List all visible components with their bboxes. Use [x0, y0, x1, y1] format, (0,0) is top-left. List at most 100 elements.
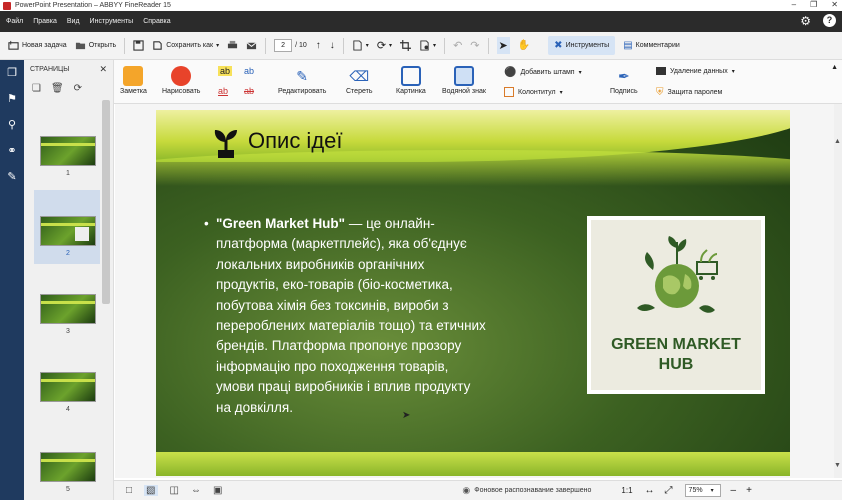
- chevron-down-icon: ▾: [433, 43, 437, 49]
- document-viewer[interactable]: Опис ідеї • "Green Market Hub" — це онла…: [115, 104, 835, 478]
- page-properties-button[interactable]: ▾: [419, 40, 436, 51]
- crop-button[interactable]: [400, 40, 412, 51]
- select-tool-button[interactable]: ➤: [496, 37, 510, 54]
- actual-size-button[interactable]: 1:1: [621, 486, 632, 495]
- comments-toggle[interactable]: ▤ Комментарии: [623, 40, 680, 51]
- scroll-up-icon[interactable]: ▲: [834, 138, 841, 145]
- chevron-down-icon: ▾: [389, 43, 393, 49]
- close-button[interactable]: ✕: [831, 0, 838, 9]
- add-stamp-button[interactable]: ⚫ Добавить штамп ▾: [504, 67, 582, 78]
- save-button[interactable]: [133, 40, 144, 51]
- page-thumbnail-4[interactable]: [40, 372, 96, 402]
- minimize-button[interactable]: –: [792, 0, 796, 9]
- erase-button[interactable]: ⌫ Стереть: [346, 66, 372, 96]
- zoom-out-icon[interactable]: –: [731, 485, 737, 496]
- ribbon-scroll-up-icon[interactable]: ▲: [831, 64, 838, 71]
- picture-button[interactable]: Картинка: [396, 66, 426, 95]
- add-page-button[interactable]: ▾: [352, 40, 369, 51]
- logo-text-line2: HUB: [658, 356, 694, 373]
- slide-body-text: • "Green Market Hub" — це онлайн- платфо…: [204, 214, 564, 418]
- close-panel-icon[interactable]: ✕: [99, 64, 107, 75]
- page-thumbnail-3[interactable]: [40, 294, 96, 324]
- zoom-level-select[interactable]: 75% ▾: [684, 484, 721, 497]
- page-thumbnail-1[interactable]: [40, 136, 96, 166]
- delete-page-icon[interactable]: 🗑: [51, 83, 64, 94]
- page-thumbnail-5[interactable]: [40, 452, 96, 482]
- bookmark-icon[interactable]: ⚑: [5, 92, 19, 106]
- divider: [265, 37, 267, 54]
- rotate-page-icon[interactable]: ⟳: [74, 83, 82, 94]
- redo-button[interactable]: ↷: [470, 39, 479, 52]
- strikeout-text-button[interactable]: ab: [244, 86, 254, 96]
- menu-view[interactable]: Вид: [67, 18, 80, 25]
- document-scrollbar[interactable]: ▲ ▼: [834, 104, 842, 478]
- bullet-line: платформа (маркетплейс), яка об'єднує: [216, 236, 467, 252]
- password-protect-button[interactable]: ⛨ Защита паролем: [656, 87, 722, 98]
- menu-file[interactable]: Файл: [6, 18, 23, 25]
- attachment-icon[interactable]: ⚭: [5, 144, 19, 158]
- replace-text-button[interactable]: ab: [244, 66, 254, 76]
- settings-gear-icon[interactable]: ⚙: [800, 14, 811, 28]
- email-button[interactable]: [246, 40, 257, 51]
- rotate-button[interactable]: ⟳ ▾: [377, 39, 392, 52]
- print-button[interactable]: [227, 40, 238, 51]
- bullet-line: локальних виробників органічних: [216, 256, 425, 272]
- shield-icon: ⛨: [656, 87, 664, 98]
- arrow-down-icon[interactable]: ↓: [330, 40, 335, 51]
- help-icon[interactable]: ?: [823, 14, 836, 27]
- note-button[interactable]: Заметка: [120, 66, 147, 95]
- pages-panel-icon[interactable]: ❐: [5, 66, 19, 80]
- page-number-input[interactable]: 2: [274, 39, 293, 52]
- menu-edit[interactable]: Правка: [33, 18, 57, 25]
- new-task-icon: [8, 40, 19, 50]
- menu-help[interactable]: Справка: [143, 18, 170, 25]
- fit-width-icon[interactable]: ⇔: [191, 485, 201, 496]
- decorative-band-bottom: [156, 452, 790, 476]
- signature-panel-icon[interactable]: ✎: [5, 170, 19, 184]
- single-page-view-icon[interactable]: □: [126, 485, 132, 496]
- save-as-button[interactable]: Сохранить как ▾: [152, 40, 219, 51]
- pages-scrollbar[interactable]: [102, 100, 110, 304]
- maximize-button[interactable]: ❐: [810, 0, 817, 9]
- fit-page-icon[interactable]: ⤢: [665, 485, 673, 496]
- two-page-view-icon[interactable]: ◫: [170, 485, 179, 496]
- watermark-button[interactable]: Водяной знак: [442, 66, 486, 95]
- green-market-hub-logo: GREEN MARKET HUB: [587, 216, 765, 394]
- add-page-icon: [353, 40, 362, 51]
- arrow-up-icon[interactable]: ↑: [316, 40, 321, 51]
- divider: [342, 37, 344, 54]
- signature-pen-icon: ✒: [617, 67, 630, 84]
- bullet-line: умови праці виробників і вплив продукту: [216, 379, 471, 395]
- left-rail: ❐ ⚑ ⚲ ⚭ ✎: [0, 60, 24, 500]
- signature-button[interactable]: ✒ Подпись: [610, 66, 638, 96]
- search-icon[interactable]: ⚲: [5, 118, 19, 132]
- zoom-in-icon[interactable]: +: [746, 485, 752, 496]
- menu-tools[interactable]: Инструменты: [90, 18, 134, 25]
- slide-heading: Опис ідеї: [248, 128, 343, 153]
- draw-button[interactable]: Нарисовать: [162, 66, 200, 95]
- undo-button[interactable]: ↶: [453, 39, 462, 52]
- watermark-icon: [453, 66, 474, 86]
- status-bar: □ ▧ ◫ ⇔ ▣ ◉ Фоновое распознавание заверш…: [114, 480, 842, 500]
- open-button[interactable]: Открыть: [75, 40, 117, 51]
- remove-data-button[interactable]: Удаление данных ▾: [656, 67, 735, 75]
- underline-text-button[interactable]: ab: [218, 86, 228, 96]
- eraser-icon: ⌫: [349, 67, 370, 84]
- page-thumbnail-2[interactable]: [40, 216, 96, 246]
- highlight-text-button[interactable]: ab: [218, 66, 233, 76]
- redo-icon: ↷: [470, 40, 480, 52]
- bullet-item: • "Green Market Hub" — це онлайн- платфо…: [204, 214, 564, 418]
- new-task-button[interactable]: Новая задача: [8, 40, 67, 51]
- fit-width-arrows-icon[interactable]: ↔: [645, 485, 655, 496]
- header-footer-icon: [504, 87, 514, 97]
- open-label: Открыть: [88, 42, 117, 49]
- presentation-icon[interactable]: ▣: [213, 485, 222, 496]
- hand-tool-button[interactable]: ✋: [518, 40, 530, 51]
- add-page-icon[interactable]: ❏: [32, 83, 41, 94]
- recognition-status-icon: ◉: [462, 485, 471, 495]
- tools-toggle[interactable]: ✖ Инструменты: [548, 36, 616, 55]
- scroll-down-icon[interactable]: ▼: [834, 462, 841, 469]
- edit-button[interactable]: ✎ Редактировать: [278, 66, 326, 96]
- header-footer-button[interactable]: Колонтитул ▾: [504, 87, 563, 97]
- continuous-view-icon[interactable]: ▧: [144, 485, 158, 496]
